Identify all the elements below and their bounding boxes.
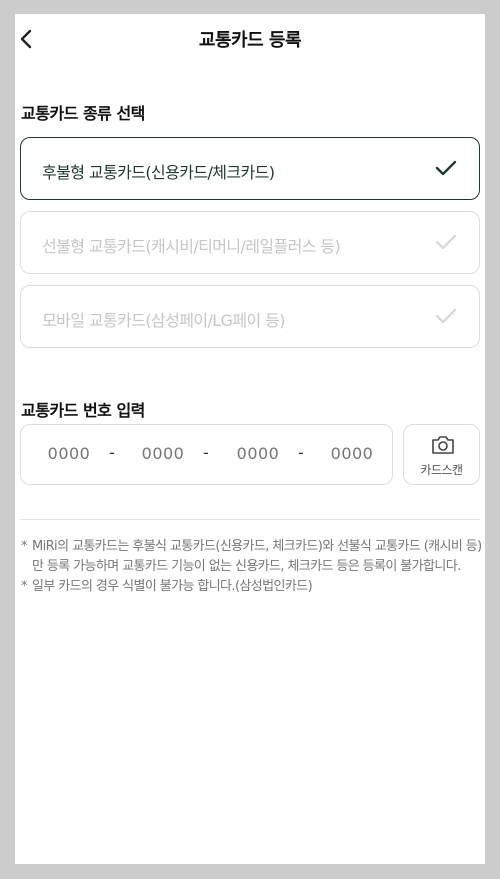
note-item: * 일부 카드의 경우 식별이 불가능 합니다.(삼성법인카드) bbox=[21, 577, 483, 597]
check-icon bbox=[435, 308, 457, 324]
option-label: 후불형 교통카드(신용카드/체크카드) bbox=[42, 163, 275, 182]
note-item: * MiRi의 교통카드는 후불식 교통카드(신용카드, 체크카드)와 선불식 … bbox=[21, 537, 483, 577]
card-scan-label: 카드스캔 bbox=[420, 463, 463, 477]
notes: * MiRi의 교통카드는 후불식 교통카드(신용카드, 체크카드)와 선불식 … bbox=[21, 537, 483, 597]
card-scan-button[interactable]: 카드스캔 bbox=[403, 424, 480, 485]
page-title: 교통카드 등록 bbox=[198, 30, 302, 51]
card-number-segment-3[interactable] bbox=[233, 444, 283, 463]
option-prepaid-card[interactable]: 선불형 교통카드(캐시비/티머니/레일플러스 등) bbox=[20, 211, 480, 274]
option-label: 선불형 교통카드(캐시비/티머니/레일플러스 등) bbox=[42, 237, 341, 256]
separator: - bbox=[203, 443, 209, 462]
check-icon bbox=[435, 234, 457, 250]
card-number-segment-4[interactable] bbox=[327, 444, 377, 463]
card-number-field: - - - bbox=[20, 424, 393, 485]
check-icon bbox=[435, 160, 457, 176]
camera-icon bbox=[432, 436, 454, 454]
separator: - bbox=[298, 443, 304, 462]
card-number-section-title: 교통카드 번호 입력 bbox=[21, 401, 145, 420]
card-number-segment-1[interactable] bbox=[44, 444, 94, 463]
option-mobile-card[interactable]: 모바일 교통카드(삼성페이/LG페이 등) bbox=[20, 285, 480, 348]
card-type-section-title: 교통카드 종류 선택 bbox=[21, 104, 145, 123]
option-postpaid-card[interactable]: 후불형 교통카드(신용카드/체크카드) bbox=[20, 137, 480, 200]
note-marker: * bbox=[21, 579, 27, 594]
note-text: 일부 카드의 경우 식별이 불가능 합니다.(삼성법인카드) bbox=[32, 579, 313, 594]
note-text: MiRi의 교통카드는 후불식 교통카드(신용카드, 체크카드)와 선불식 교통… bbox=[32, 539, 482, 574]
separator: - bbox=[109, 443, 115, 462]
divider bbox=[20, 519, 480, 520]
option-label: 모바일 교통카드(삼성페이/LG페이 등) bbox=[42, 311, 285, 330]
header: 교통카드 등록 bbox=[15, 14, 485, 62]
screen: 교통카드 등록 교통카드 종류 선택 후불형 교통카드(신용카드/체크카드) 선… bbox=[15, 14, 485, 864]
note-marker: * bbox=[21, 539, 27, 554]
card-number-segment-2[interactable] bbox=[138, 444, 188, 463]
